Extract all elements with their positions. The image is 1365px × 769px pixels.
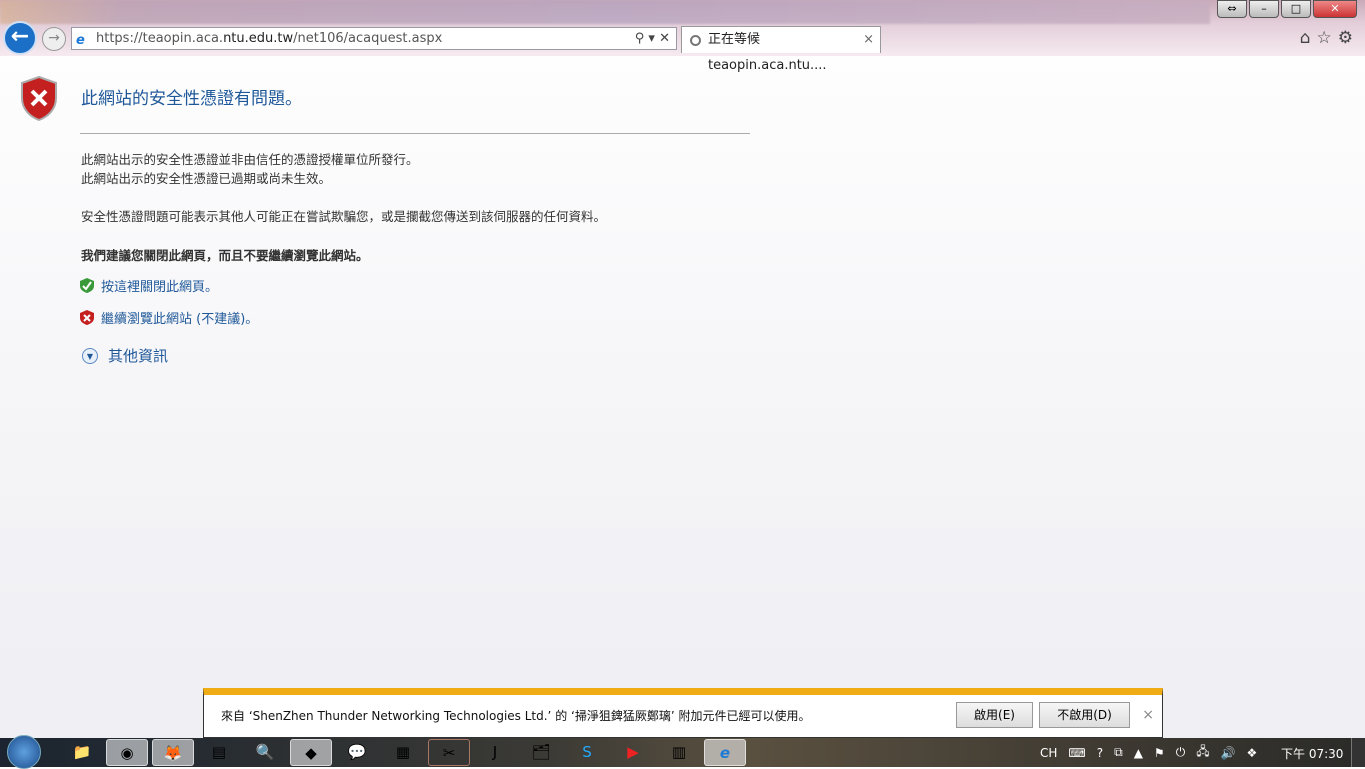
- keyboard-icon[interactable]: ⌨: [1068, 746, 1085, 760]
- forward-button[interactable]: →: [42, 27, 66, 51]
- document-app-icon[interactable]: ▥: [658, 739, 700, 766]
- clock[interactable]: 下午 07:30: [1281, 745, 1343, 762]
- chrome-icon[interactable]: ◉: [106, 739, 148, 766]
- more-info-toggle[interactable]: ▼ 其他資訊: [82, 345, 168, 366]
- show-hidden-icons[interactable]: ▲: [1134, 746, 1143, 760]
- addon-notification-bar: 來自 ‘ShenZhen Thunder Networking Technolo…: [203, 688, 1163, 738]
- red-shield-icon: [80, 310, 94, 325]
- media-player-icon[interactable]: ▶: [612, 739, 654, 766]
- favorites-star-icon[interactable]: ☆: [1317, 28, 1338, 48]
- maximize-button[interactable]: □: [1281, 0, 1311, 18]
- restore-small-button[interactable]: ⇔: [1217, 0, 1247, 18]
- language-indicator[interactable]: CH: [1040, 746, 1057, 760]
- firefox-icon[interactable]: 🦊: [152, 739, 194, 766]
- home-icon[interactable]: ⌂: [1300, 28, 1317, 48]
- network-icon[interactable]: 🖧: [1196, 742, 1209, 763]
- jp-app-icon[interactable]: J: [474, 739, 516, 766]
- map-app-icon[interactable]: ◆: [290, 739, 332, 766]
- recommendation: 我們建議您關閉此網頁，而且不要繼續瀏覽此網站。: [81, 248, 369, 263]
- calculator-icon[interactable]: ▦: [382, 739, 424, 766]
- address-bar[interactable]: e https://teaopin.aca.ntu.edu.tw/net106/…: [71, 27, 677, 50]
- files-icon[interactable]: 🗂: [520, 739, 562, 766]
- start-button[interactable]: [7, 735, 41, 769]
- page-title: 此網站的安全性憑證有問題。: [81, 89, 302, 109]
- error-shield-icon: [21, 76, 57, 121]
- back-button[interactable]: ←: [3, 21, 37, 55]
- explanation-line-1: 此網站出示的安全性憑證並非由信任的憑證授權單位所發行。: [81, 152, 419, 167]
- close-window-button[interactable]: ✕: [1313, 0, 1357, 18]
- tab-active[interactable]: 正在等候 teaopin.aca.ntu.... ×: [681, 26, 881, 73]
- power-icon[interactable]: ⏻: [1176, 745, 1186, 760]
- taskbar: 📁 ◉ 🦊 ▤ 🔍 ◆ 💬 ▦ ✂ J 🗂 S ▶ ▥ e CH ⌨ ? ⧉ ▲…: [0, 735, 1365, 769]
- minimize-button[interactable]: –: [1249, 0, 1279, 18]
- ie-page-icon: e: [76, 33, 85, 48]
- continue-link[interactable]: 繼續瀏覽此網站 (不建議)。: [80, 308, 258, 327]
- loading-icon: [690, 35, 701, 46]
- enable-button[interactable]: 啟用(E): [956, 702, 1033, 728]
- search-app-icon[interactable]: 🔍: [244, 739, 286, 766]
- explanation-line-2: 此網站出示的安全性憑證已過期或尚未生效。: [81, 171, 332, 186]
- tab-title: 正在等候 teaopin.aca.ntu....: [708, 32, 827, 73]
- url-domain: ntu.edu.tw: [223, 31, 294, 46]
- close-page-link[interactable]: 按這裡關閉此網頁。: [80, 276, 218, 295]
- show-desktop-button[interactable]: [1351, 738, 1365, 767]
- skype-icon[interactable]: S: [566, 739, 608, 766]
- green-shield-icon: [80, 278, 94, 293]
- gear-icon[interactable]: ⚙: [1338, 28, 1359, 48]
- tab-close-icon[interactable]: ×: [863, 27, 874, 53]
- notification-message: 來自 ‘ShenZhen Thunder Networking Technolo…: [221, 709, 811, 723]
- window-icon[interactable]: ⧉: [1114, 745, 1123, 760]
- volume-icon[interactable]: 🔊: [1221, 746, 1236, 760]
- background-tabs: [0, 0, 1210, 24]
- continue-label: 繼續瀏覽此網站 (不建議)。: [101, 312, 259, 327]
- url-path: /net106/acaquest.aspx: [293, 31, 443, 46]
- chevron-down-icon: ▼: [82, 347, 98, 364]
- internet-explorer-icon[interactable]: e: [704, 739, 746, 766]
- explorer-icon[interactable]: 📁: [61, 739, 103, 766]
- flag-icon[interactable]: ⚑: [1154, 746, 1165, 760]
- browser-chrome: ← → e https://teaopin.aca.ntu.edu.tw/net…: [0, 0, 1365, 73]
- address-controls[interactable]: ⚲ ▾ ✕: [635, 28, 670, 49]
- system-tray: CH ⌨ ? ⧉ ▲ ⚑ ⏻ 🖧 🔊 ❖: [1040, 738, 1257, 767]
- explanation-line-3: 安全性憑證問題可能表示其他人可能正在嘗試欺騙您，或是攔截您傳送到該伺服器的任何資…: [81, 209, 607, 224]
- app-icon[interactable]: ▤: [198, 739, 240, 766]
- help-icon[interactable]: ?: [1097, 746, 1103, 760]
- disable-button[interactable]: 不啟用(D): [1039, 702, 1130, 728]
- close-page-label: 按這裡關閉此網頁。: [101, 280, 219, 295]
- snipping-tool-icon[interactable]: ✂: [428, 739, 470, 766]
- notification-close-icon[interactable]: ×: [1142, 707, 1154, 723]
- dropbox-icon[interactable]: ❖: [1247, 746, 1258, 760]
- url-prefix: https://teaopin.aca.: [96, 31, 224, 46]
- line-icon[interactable]: 💬: [336, 739, 378, 766]
- divider: [80, 133, 750, 134]
- more-info-label: 其他資訊: [108, 347, 169, 365]
